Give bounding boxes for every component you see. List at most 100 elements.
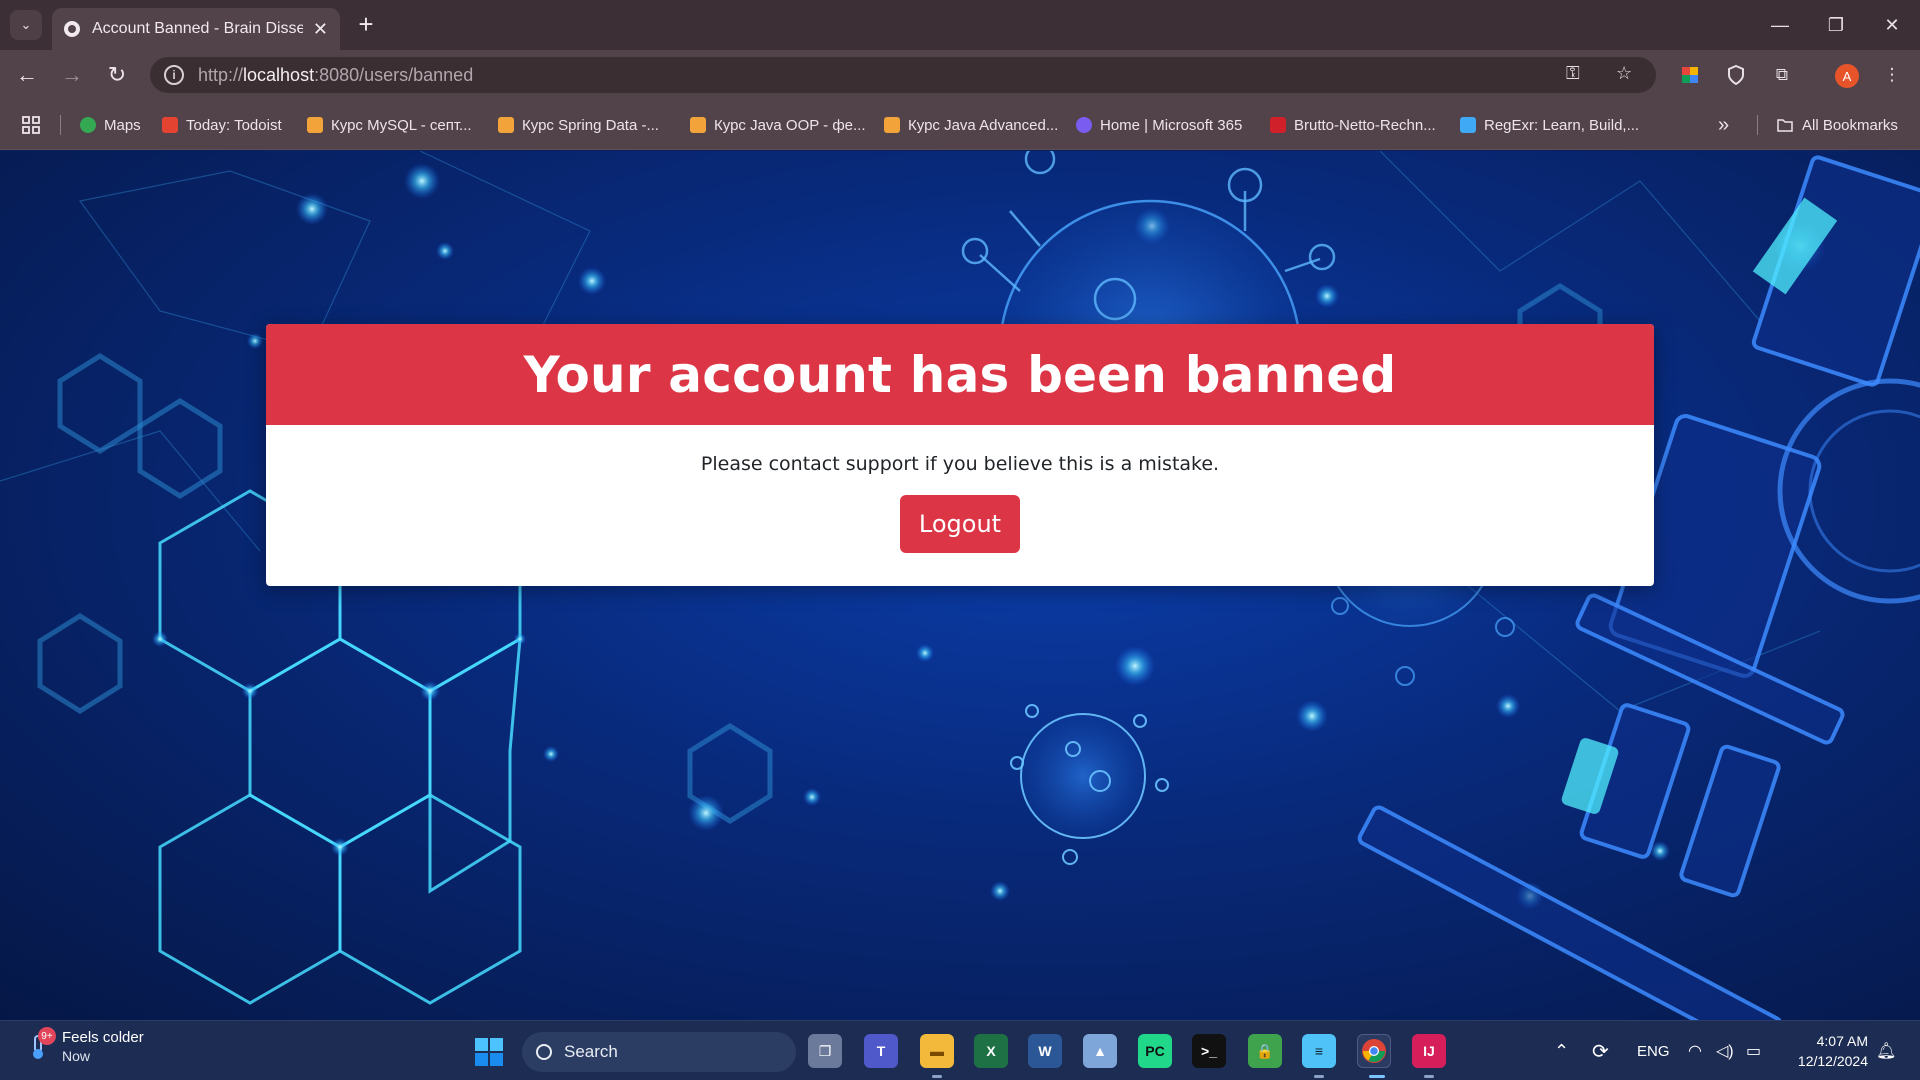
task-view-icon[interactable]: ❐: [808, 1034, 842, 1068]
restore-button[interactable]: ❐: [1808, 0, 1864, 50]
tray-overflow-icon[interactable]: ⌃: [1554, 1021, 1569, 1080]
bookmark-label: Maps: [104, 116, 141, 134]
weather-sub: Now: [62, 1048, 91, 1064]
windows-taskbar: 9+ Feels colder Now Search ❐ T ▬ X W ▲ P…: [0, 1020, 1920, 1080]
banned-card: Your account has been banned Please cont…: [266, 324, 1654, 586]
bookmark-separator: [60, 115, 61, 135]
password-key-icon[interactable]: ⚿: [1566, 63, 1580, 84]
photos-icon[interactable]: ▲: [1083, 1034, 1117, 1068]
notification-bell-icon[interactable]: 🔔︎: [1876, 1021, 1896, 1080]
volume-icon[interactable]: ◁): [1716, 1021, 1734, 1080]
windows-start-icon[interactable]: [474, 1037, 504, 1067]
url-path: :8080/users/banned: [314, 64, 474, 85]
site-info-icon[interactable]: i: [164, 65, 184, 85]
shield-extension-icon[interactable]: [1724, 63, 1748, 87]
file-explorer-icon[interactable]: ▬: [920, 1034, 954, 1068]
logout-button[interactable]: Logout: [900, 495, 1020, 553]
brutto-netto-icon: [1270, 117, 1286, 133]
weather-widget[interactable]: 9+ Feels colder Now: [24, 1027, 144, 1064]
bookmark-item[interactable]: Курс MySQL - септ...: [307, 100, 472, 150]
regexr-icon: [1460, 117, 1476, 133]
arrow-left-icon: ←: [16, 62, 38, 87]
clock-time: 4:07 AM: [1816, 1033, 1868, 1049]
bookmark-separator: [1757, 115, 1758, 135]
tab-favicon-icon: [64, 21, 80, 37]
url-host: localhost: [243, 64, 315, 85]
clock[interactable]: 4:07 AM 12/12/2024: [1778, 1031, 1868, 1071]
clock-date: 12/12/2024: [1797, 1053, 1868, 1069]
extension-color-icon[interactable]: [1678, 63, 1702, 87]
bookmark-item[interactable]: Today: Todoist: [162, 100, 282, 150]
bookmark-item[interactable]: Курс Java OOP - фе...: [690, 100, 866, 150]
course-icon: [307, 117, 323, 133]
all-bookmarks-button[interactable]: All Bookmarks: [1776, 100, 1898, 150]
course-icon: [690, 117, 706, 133]
bookmark-label: Курс MySQL - септ...: [331, 116, 472, 134]
word-icon[interactable]: W: [1028, 1034, 1062, 1068]
close-window-button[interactable]: ✕: [1864, 0, 1920, 50]
battery-icon[interactable]: ▭: [1746, 1021, 1761, 1080]
page-viewport: Your account has been banned Please cont…: [0, 151, 1920, 1020]
forward-button[interactable]: →: [55, 58, 89, 92]
active-indicator: [1369, 1075, 1385, 1078]
running-indicator: [1424, 1075, 1434, 1078]
pycharm-icon[interactable]: PC: [1138, 1034, 1172, 1068]
address-bar[interactable]: i http://localhost:8080/users/banned ⚿ ☆: [150, 57, 1656, 93]
bookmark-label: Курс Spring Data -...: [522, 116, 659, 134]
tab-title: Account Banned - Brain Dissect: [92, 20, 303, 37]
bookmark-label: Home | Microsoft 365: [1100, 116, 1243, 134]
reload-icon: ↻: [107, 62, 127, 87]
bookmark-label: Курс Java Advanced...: [908, 116, 1059, 134]
minimize-button[interactable]: —: [1752, 0, 1808, 50]
running-indicator: [1314, 1075, 1324, 1078]
arrow-right-icon: →: [61, 62, 83, 87]
extensions-puzzle-icon[interactable]: ⧉: [1770, 63, 1794, 87]
notepad-icon[interactable]: ≡: [1302, 1034, 1336, 1068]
more-bookmarks-button[interactable]: »: [1718, 100, 1729, 150]
url-prefix: http://: [198, 64, 244, 85]
browser-toolbar: ← → ↻ i http://localhost:8080/users/bann…: [0, 50, 1920, 100]
apps-grid-icon[interactable]: [22, 100, 40, 150]
terminal-icon[interactable]: >_: [1192, 1034, 1226, 1068]
weather-title: Feels colder: [62, 1029, 144, 1046]
bookmark-item[interactable]: Brutto-Netto-Rechn...: [1270, 100, 1436, 150]
excel-icon[interactable]: X: [974, 1034, 1008, 1068]
bookmarks-bar: Maps Today: Todoist Курс MySQL - септ... Ку…: [0, 100, 1920, 150]
chrome-icon[interactable]: [1357, 1034, 1391, 1068]
bookmark-label: Today: Todoist: [186, 116, 282, 134]
card-body: Please contact support if you believe th…: [266, 425, 1654, 553]
bookmark-item[interactable]: Home | Microsoft 365: [1076, 100, 1242, 150]
bookmark-item[interactable]: Курс Spring Data -...: [498, 100, 659, 150]
bookmark-item[interactable]: RegExr: Learn, Build,...: [1460, 100, 1639, 150]
profile-avatar[interactable]: A: [1835, 64, 1859, 88]
course-icon: [498, 117, 514, 133]
search-icon: [536, 1044, 552, 1060]
tab-search-button[interactable]: ⌄: [10, 10, 42, 40]
bookmark-item[interactable]: Курс Java Advanced...: [884, 100, 1058, 150]
bookmark-label: Курс Java OOP - фе...: [714, 116, 866, 134]
lock-app-icon[interactable]: 🔒: [1248, 1034, 1282, 1068]
banned-title: Your account has been banned: [523, 345, 1397, 404]
browser-titlebar: ⌄ Account Banned - Brain Dissect ✕ + — ❐…: [0, 0, 1920, 50]
back-button[interactable]: ←: [10, 58, 44, 92]
microsoft365-icon: [1076, 117, 1092, 133]
maps-icon: [80, 117, 96, 133]
bookmark-item[interactable]: Maps: [80, 100, 141, 150]
wifi-icon[interactable]: ◠: [1688, 1021, 1702, 1080]
sync-icon[interactable]: ⟳: [1592, 1021, 1609, 1080]
weather-badge: 9+: [38, 1027, 56, 1045]
taskbar-search[interactable]: Search: [522, 1032, 796, 1072]
new-tab-button[interactable]: +: [352, 10, 380, 38]
teams-icon[interactable]: T: [864, 1034, 898, 1068]
card-header: Your account has been banned: [266, 324, 1654, 425]
browser-tab-active[interactable]: Account Banned - Brain Dissect ✕: [52, 8, 340, 50]
intellij-icon[interactable]: IJ: [1412, 1034, 1446, 1068]
reload-button[interactable]: ↻: [100, 58, 134, 92]
chevron-down-icon: ⌄: [20, 17, 32, 32]
bookmark-star-icon[interactable]: ☆: [1616, 63, 1632, 84]
running-indicator: [932, 1075, 942, 1078]
bookmark-label: Brutto-Netto-Rechn...: [1294, 116, 1436, 134]
chrome-menu-icon[interactable]: ⋮: [1880, 63, 1904, 87]
language-indicator[interactable]: ENG: [1637, 1021, 1670, 1080]
tab-close-icon[interactable]: ✕: [313, 19, 328, 40]
